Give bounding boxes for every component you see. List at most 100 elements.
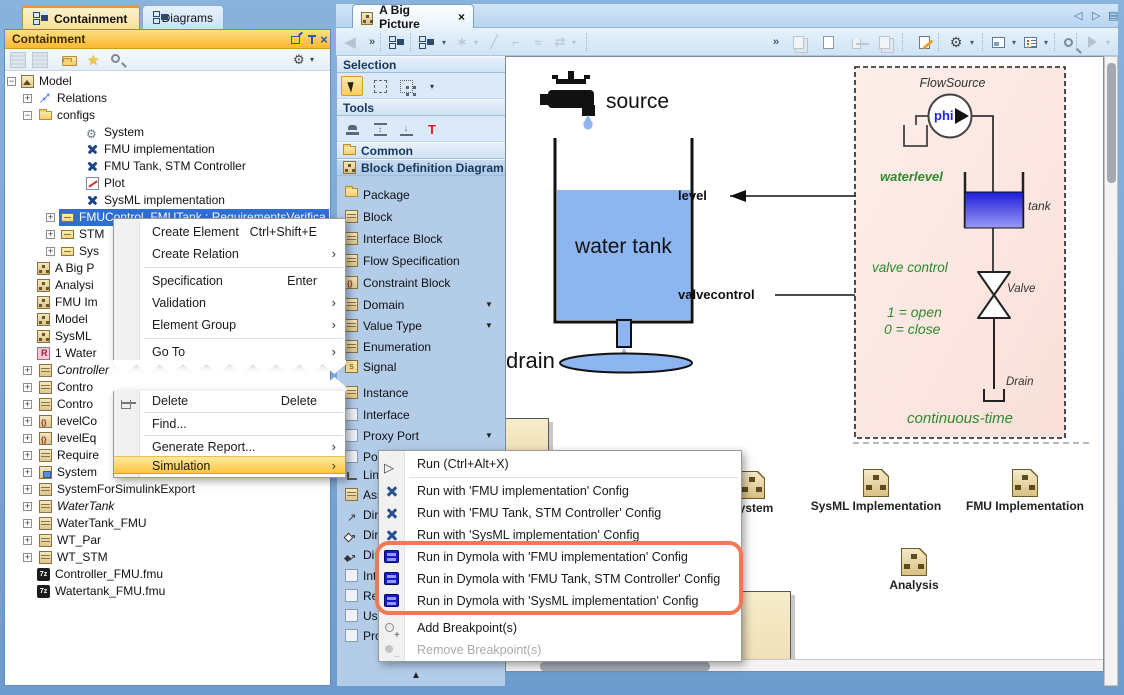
palette-item-interface-block[interactable]: Interface Block <box>337 230 505 248</box>
menu-item-create-element[interactable]: Create ElementCtrl+Shift+E <box>114 221 345 243</box>
hierarchy-caret-icon[interactable]: ▾ <box>434 32 454 52</box>
palette-item-block[interactable]: Block <box>337 208 505 226</box>
menu-item-run-with-fmu-tank-stm-controller-config[interactable]: Run with 'FMU Tank, STM Controller' Conf… <box>379 502 741 524</box>
menu-item-go-to[interactable]: Go To› <box>114 341 345 363</box>
close-panel-icon[interactable]: × <box>317 33 331 46</box>
tab-containment[interactable]: Containment <box>22 5 140 29</box>
next-tab-icon[interactable]: ▷ <box>1092 9 1100 22</box>
palette-item-constraint-block[interactable]: Constraint Block <box>337 274 505 292</box>
tree-row-wt-stm[interactable]: +WT_STM <box>6 549 329 566</box>
tree-row-system[interactable]: System <box>6 124 329 141</box>
expand-toggle-icon[interactable]: + <box>23 366 32 375</box>
expand-toggle-icon[interactable]: + <box>23 502 32 511</box>
tree-row-systemforsimulinkexport[interactable]: +SystemForSimulinkExport <box>6 481 329 498</box>
palette-item-interface[interactable]: Interface <box>337 406 505 424</box>
palette-item-package[interactable]: Package <box>337 186 505 204</box>
expand-toggle-icon[interactable]: + <box>23 383 32 392</box>
search-icon[interactable] <box>111 52 127 68</box>
tree-row-fmu-tank-stm-controller[interactable]: FMU Tank, STM Controller <box>6 158 329 175</box>
tree-row-model[interactable]: −Model <box>6 73 329 90</box>
tree-row-configs[interactable]: −configs <box>6 107 329 124</box>
menu-item-run-ctrl-alt-x[interactable]: Run (Ctrl+Alt+X) <box>379 453 741 475</box>
tree-row-sysml-implementation[interactable]: SysML implementation <box>6 192 329 209</box>
palette-header-common[interactable]: Common <box>337 142 505 159</box>
vertical-scrollbar[interactable] <box>1104 56 1118 686</box>
expand-toggle-icon[interactable]: + <box>23 400 32 409</box>
palette-item-instance[interactable]: Instance <box>337 384 505 402</box>
palette-item-domain[interactable]: Domain▼ <box>337 296 505 314</box>
expand-toggle-icon[interactable]: − <box>23 111 32 120</box>
menu-item-run-in-dymola-with-sysml-implementation-config[interactable]: Run in Dymola with 'SysML implementation… <box>379 590 741 612</box>
tree-row-watertank-fmu[interactable]: +WaterTank_FMU <box>6 515 329 532</box>
expand-toggle-icon[interactable]: + <box>46 247 55 256</box>
distribute-vertical-icon[interactable]: ↕ <box>369 119 391 139</box>
expand-toggle-icon[interactable]: + <box>46 213 55 222</box>
open-diagram-icon[interactable] <box>62 52 78 68</box>
tree-row-fmu-implementation[interactable]: FMU implementation <box>6 141 329 158</box>
expand-toggle-icon[interactable]: + <box>23 536 32 545</box>
panel-options-caret-icon[interactable]: ▾ <box>310 52 326 68</box>
palette-item-signal[interactable]: Signal <box>337 358 505 376</box>
menu-item-add-breakpoint-s[interactable]: Add Breakpoint(s) <box>379 617 741 639</box>
menu-item-validation[interactable]: Validation› <box>114 292 345 314</box>
expand-toggle-icon[interactable]: + <box>23 434 32 443</box>
expand-toggle-icon[interactable]: + <box>23 519 32 528</box>
float-panel-icon[interactable] <box>291 36 300 44</box>
menu-item-run-in-dymola-with-fmu-implementation-config[interactable]: Run in Dymola with 'FMU implementation' … <box>379 546 741 568</box>
tree-row-watertank-fmu-fmu[interactable]: Watertank_FMU.fmu <box>6 583 329 600</box>
palette-scroll-up-icon[interactable]: ▲ <box>411 670 421 681</box>
menu-item-run-with-fmu-implementation-config[interactable]: Run with 'FMU implementation' Config <box>379 480 741 502</box>
options-caret-icon[interactable]: ▾ <box>962 32 982 52</box>
edit-diagram-icon[interactable] <box>914 32 934 52</box>
menu-item-generate-report[interactable]: Generate Report...› <box>114 438 345 456</box>
expand-toggle-icon[interactable]: + <box>46 230 55 239</box>
multi-select-icon[interactable] <box>395 76 417 96</box>
expand-toggle-icon[interactable]: + <box>23 553 32 562</box>
palette-header-tools[interactable]: Tools <box>337 99 505 116</box>
menu-item-simulation[interactable]: Simulation› <box>114 456 345 474</box>
diagram-shortcut-sysml-implementation[interactable] <box>863 469 889 497</box>
menu-item-find[interactable]: Find... <box>114 415 345 433</box>
tree-row-relations[interactable]: +Relations <box>6 90 329 107</box>
palette-caret-icon[interactable]: ▼ <box>485 317 493 335</box>
menu-item-run-with-sysml-implementation-config[interactable]: Run with 'SysML implementation' Config <box>379 524 741 546</box>
legend-caret-icon[interactable]: ▾ <box>1036 32 1056 52</box>
palette-item-enumeration[interactable]: Enumeration <box>337 338 505 356</box>
diagram-shortcut-system[interactable] <box>739 471 765 499</box>
tree-row-plot[interactable]: Plot <box>6 175 329 192</box>
expand-toggle-icon[interactable]: + <box>23 468 32 477</box>
marquee-select-icon[interactable] <box>369 76 391 96</box>
palette-header-bdd[interactable]: Block Definition Diagram <box>337 159 505 176</box>
hierarchy-icon[interactable] <box>416 32 436 52</box>
select-cursor-icon[interactable] <box>341 76 363 96</box>
palette-item-flow-specification[interactable]: Flow Specification <box>337 252 505 270</box>
panel-options-gear-icon[interactable]: ⚙ <box>293 52 309 68</box>
stamp-tool-icon[interactable] <box>341 119 363 139</box>
text-tool-icon[interactable]: T <box>421 119 443 139</box>
selection-caret-icon[interactable]: ▾ <box>421 76 443 96</box>
favorites-star-icon[interactable]: ★ <box>87 52 103 68</box>
palette-item-value-type[interactable]: Value Type▼ <box>337 317 505 335</box>
expand-toggle-icon[interactable]: + <box>23 485 32 494</box>
paste-icon[interactable] <box>818 32 838 52</box>
tab-a-big-picture[interactable]: A Big Picture × <box>352 4 474 28</box>
tree-row-wt-par[interactable]: +WT_Par <box>6 532 329 549</box>
tab-diagrams[interactable]: Diagrams <box>142 5 224 29</box>
diagram-shortcut-analysis[interactable] <box>901 548 927 576</box>
tree-row-controller-fmu-fmu[interactable]: Controller_FMU.fmu <box>6 566 329 583</box>
expand-toggle-icon[interactable]: − <box>7 77 16 86</box>
expand-toggle-icon[interactable]: + <box>23 94 32 103</box>
overflow-chevron-icon[interactable]: » <box>362 32 382 52</box>
diagram-shortcut-fmu-implementation[interactable] <box>1012 469 1038 497</box>
prev-tab-icon[interactable]: ◁ <box>1074 9 1082 22</box>
menu-item-specification[interactable]: SpecificationEnter <box>114 270 345 292</box>
menu-item-run-in-dymola-with-fmu-tank-stm-controller-config[interactable]: Run in Dymola with 'FMU Tank, STM Contro… <box>379 568 741 590</box>
containment-toolbar-icon[interactable] <box>386 32 406 52</box>
overflow-chevron2-icon[interactable]: » <box>766 32 786 52</box>
palette-caret-icon[interactable]: ▼ <box>485 296 493 314</box>
palette-item-proxy-port[interactable]: Proxy Port▼ <box>337 427 505 445</box>
palette-header-selection[interactable]: Selection <box>337 56 505 73</box>
vertical-scroll-thumb[interactable] <box>1107 63 1116 183</box>
menu-item-create-relation[interactable]: Create Relation› <box>114 243 345 265</box>
align-bottom-icon[interactable]: ↓ <box>395 119 417 139</box>
